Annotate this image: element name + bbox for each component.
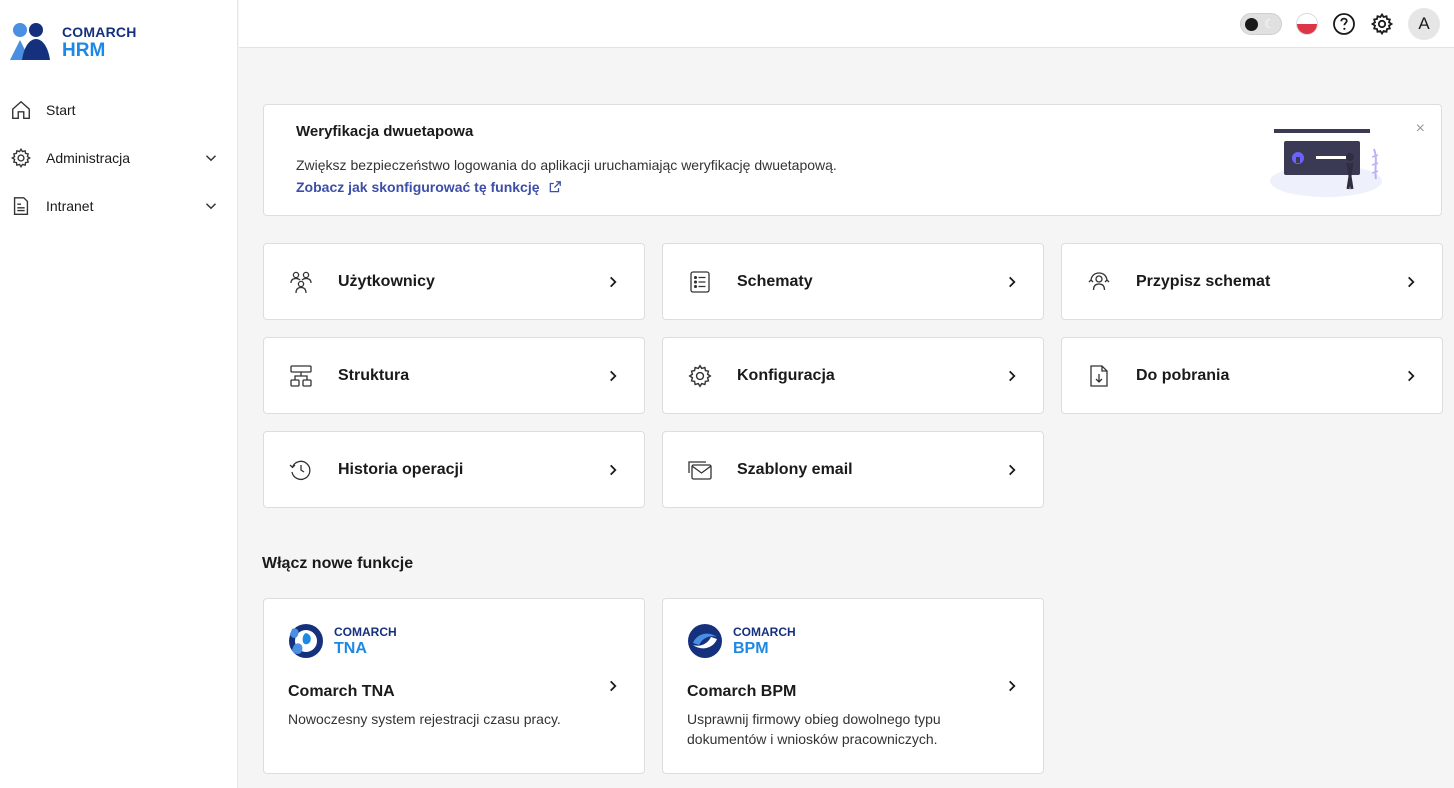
banner-link[interactable]: Zobacz jak skonfigurować tę funkcję <box>296 179 562 195</box>
home-icon <box>10 99 32 121</box>
tile-label: Konfiguracja <box>737 366 835 384</box>
chevron-right-icon <box>1404 275 1418 289</box>
bpm-logo-brand: COMARCH <box>733 624 796 639</box>
chevron-right-icon <box>606 463 620 477</box>
tile-label: Do pobrania <box>1136 366 1230 384</box>
tile-label: Historia operacji <box>338 460 464 478</box>
tile-label: Przypisz schemat <box>1136 272 1271 290</box>
tile-label: Schematy <box>737 272 813 290</box>
tile-szablony-email[interactable]: Szablony email <box>662 431 1044 508</box>
tile-label: Użytkownicy <box>338 272 435 290</box>
moon-icon: ☾ <box>1264 17 1275 31</box>
document-icon <box>10 195 32 217</box>
tna-logo-product: TNA <box>334 639 367 657</box>
close-icon[interactable]: × <box>1416 121 1425 137</box>
logo-company: COMARCH <box>62 23 137 40</box>
sidebar-nav: Start Administracja Intranet <box>0 86 238 230</box>
avatar[interactable]: A <box>1408 8 1440 40</box>
tna-logo: COMARCH TNA <box>288 623 397 659</box>
feature-card-tna[interactable]: COMARCH TNA Comarch TNA Nowoczesny syste… <box>263 598 645 774</box>
comarch-logo-icon <box>10 22 50 62</box>
help-icon <box>1333 13 1355 35</box>
external-link-icon <box>549 181 561 193</box>
sidebar-item-label: Administracja <box>46 150 131 166</box>
sidebar-item-intranet[interactable]: Intranet <box>0 182 238 230</box>
feature-description: Usprawnij firmowy obieg dowolnego typu d… <box>687 711 941 747</box>
gear-icon <box>687 363 713 389</box>
language-flag-pl-icon[interactable] <box>1296 13 1318 35</box>
tile-struktura[interactable]: Struktura <box>263 337 645 414</box>
banner-link-label: Zobacz jak skonfigurować tę funkcję <box>296 179 540 195</box>
gear-icon <box>1370 12 1394 36</box>
banner-title: Weryfikacja dwuetapowa <box>296 123 474 140</box>
dark-mode-toggle[interactable]: ☾ <box>1240 13 1282 35</box>
tile-do-pobrania[interactable]: Do pobrania <box>1061 337 1443 414</box>
chevron-right-icon <box>606 275 620 289</box>
sidebar: COMARCH HRM Start Administracja Intranet <box>0 0 238 788</box>
bpm-logo: COMARCH BPM <box>687 623 796 659</box>
chevron-right-icon <box>606 369 620 383</box>
banner-description: Zwiększ bezpieczeństwo logowania do apli… <box>296 157 837 173</box>
history-icon <box>288 457 314 483</box>
help-button[interactable] <box>1332 12 1356 36</box>
settings-button[interactable] <box>1370 12 1394 36</box>
sidebar-item-label: Intranet <box>46 198 94 214</box>
users-icon <box>288 269 314 295</box>
bpm-logo-product: BPM <box>733 639 769 657</box>
sidebar-item-start[interactable]: Start <box>0 86 238 134</box>
chevron-right-icon <box>606 679 620 693</box>
app-logo[interactable]: COMARCH HRM <box>10 22 137 62</box>
tile-label: Szablony email <box>737 460 853 478</box>
assign-user-icon <box>1086 269 1112 295</box>
hierarchy-icon <box>288 363 314 389</box>
list-icon <box>687 269 713 295</box>
tile-schematy[interactable]: Schematy <box>662 243 1044 320</box>
toggle-knob <box>1245 18 1258 31</box>
chevron-right-icon <box>1005 369 1019 383</box>
tile-label: Struktura <box>338 366 410 384</box>
sidebar-item-administracja[interactable]: Administracja <box>0 134 238 182</box>
chevron-down-icon <box>202 149 220 167</box>
chevron-right-icon <box>1005 679 1019 693</box>
chevron-right-icon <box>1005 463 1019 477</box>
feature-title: Comarch TNA <box>288 683 395 700</box>
chevron-down-icon <box>202 197 220 215</box>
feature-title: Comarch BPM <box>687 683 797 700</box>
tile-historia-operacji[interactable]: Historia operacji <box>263 431 645 508</box>
two-factor-banner: Weryfikacja dwuetapowa Zwiększ bezpiecze… <box>263 104 1442 216</box>
chevron-right-icon <box>1005 275 1019 289</box>
tile-przypisz-schemat[interactable]: Przypisz schemat <box>1061 243 1443 320</box>
feature-card-bpm[interactable]: COMARCH BPM Comarch BPM Usprawnij firmow… <box>662 598 1044 774</box>
gear-icon <box>10 147 32 169</box>
tile-uzytkownicy[interactable]: Użytkownicy <box>263 243 645 320</box>
logo-product: HRM <box>62 39 106 61</box>
tna-logo-brand: COMARCH <box>334 624 397 639</box>
email-icon <box>687 457 713 483</box>
chevron-right-icon <box>1404 369 1418 383</box>
bpm-logo-icon <box>687 623 723 659</box>
security-illustration <box>1268 119 1384 203</box>
top-bar: ☾ A <box>239 0 1454 48</box>
download-file-icon <box>1086 363 1112 389</box>
tile-konfiguracja[interactable]: Konfiguracja <box>662 337 1044 414</box>
feature-description: Nowoczesny system rejestracji czasu prac… <box>288 711 561 727</box>
sidebar-item-label: Start <box>46 102 76 118</box>
section-title: Włącz nowe funkcje <box>262 555 414 572</box>
tna-logo-icon <box>288 623 324 659</box>
